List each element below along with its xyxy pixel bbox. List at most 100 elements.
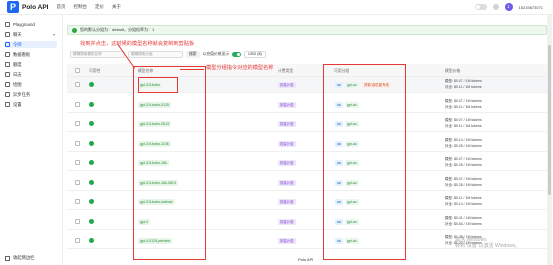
- sidebar-item-label: 设置: [13, 101, 22, 107]
- wallet-icon: [5, 62, 10, 67]
- sidebar-item-quota[interactable]: 额度: [5, 61, 57, 68]
- group-annotation: 模型分组指令对应的模型名称: [206, 65, 274, 71]
- key-icon: [5, 42, 10, 47]
- group-info-banner: 您的默认分组为：default，分组倍率为：1: [67, 25, 547, 35]
- prompt-price: 模型: $0.07 / 1M tokens: [445, 79, 482, 83]
- available-status-icon: [89, 199, 94, 204]
- completion-price: 补全: $0.11 / 1M tokens: [445, 85, 482, 89]
- scrollbar-thumb[interactable]: [548, 45, 551, 195]
- completion-price: 补全: $0.28 / 1M tokens: [445, 182, 482, 187]
- sidebar-item-chat[interactable]: 聊天 ▾: [5, 31, 57, 38]
- sidebar-item-label: 日志: [13, 71, 22, 77]
- sidebar-item-settings[interactable]: 设置: [5, 101, 57, 108]
- playground-icon: [5, 22, 10, 27]
- collapse-sidebar-button[interactable]: 收起侧边栏: [5, 255, 34, 261]
- nav-console[interactable]: 控制台: [73, 4, 87, 10]
- completion-price: 补全: $0.11 / 1M tokens: [445, 104, 482, 109]
- billing-type-tag: 按量计费: [278, 121, 296, 127]
- sidebar-item-label: 绘图: [13, 81, 22, 87]
- gear-icon: [5, 102, 10, 107]
- available-status-icon: [89, 238, 94, 243]
- chat-icon: [5, 32, 10, 37]
- row-checkbox[interactable]: [75, 179, 80, 185]
- row-checkbox[interactable]: [75, 199, 80, 204]
- row-checkbox[interactable]: [75, 82, 80, 87]
- billing-type-tag: 按量计费: [278, 140, 296, 147]
- check-circle-icon: [72, 27, 77, 33]
- billing-type-tag: 按量计费: [278, 101, 296, 108]
- group-search-input[interactable]: 模糊搜索分组: [128, 50, 183, 58]
- sidebar-item-label: Playground: [13, 22, 35, 27]
- nav-about[interactable]: 关于: [112, 4, 121, 10]
- sidebar-item-label: 数据看板: [13, 51, 31, 57]
- row-checkbox[interactable]: [75, 238, 80, 243]
- footer-text: Polo API: [298, 257, 314, 262]
- nav-home[interactable]: 首页: [56, 4, 65, 10]
- watermark-line2: 转到"设置"以激活 Windows。: [455, 243, 521, 249]
- avatar[interactable]: 1: [504, 3, 513, 11]
- dashboard-icon: [5, 52, 10, 57]
- row-checkbox[interactable]: [75, 218, 80, 224]
- available-status-icon: [89, 140, 94, 146]
- logo-icon[interactable]: P: [7, 1, 19, 13]
- header-availability[interactable]: 可用性: [89, 69, 100, 74]
- app-name[interactable]: Polo API: [22, 4, 48, 11]
- row-checkbox[interactable]: [75, 160, 80, 165]
- top-right-controls: 1 15219873071: [474, 3, 543, 11]
- available-status-icon: [89, 121, 94, 126]
- completion-price: 补全: $0.11 / 1M tokens: [445, 124, 482, 128]
- scrollbar[interactable]: [547, 15, 552, 265]
- header-model-price[interactable]: 模型价格: [445, 69, 460, 74]
- sidebar-item-dashboard[interactable]: 数据看板: [5, 51, 57, 58]
- sidebar-item-label: 额度: [13, 61, 22, 67]
- available-status-icon: [89, 179, 94, 185]
- model-search-input[interactable]: 模糊搜索模型名称: [70, 50, 125, 58]
- available-status-icon: [89, 101, 94, 107]
- sidebar-item-playground[interactable]: Playground: [5, 21, 57, 28]
- group-column-highlight: [323, 64, 406, 260]
- completion-price: 补全: $0.28 / 1M tokens: [445, 143, 482, 148]
- billing-type-tag: 按量计费: [278, 218, 296, 225]
- billing-type-tag: 按量计费: [278, 238, 296, 244]
- row-checkbox[interactable]: [75, 121, 80, 126]
- nav-pricing[interactable]: 定价: [95, 4, 104, 10]
- chevron-down-icon: ▾: [52, 32, 55, 37]
- model-annotation: 找到并点击，这时候的模型名称就会复制到剪贴板: [80, 41, 195, 47]
- user-name[interactable]: 15219873071: [519, 5, 543, 10]
- sidebar-item-tasks[interactable]: 异步任务: [5, 91, 57, 98]
- sidebar-item-tokens[interactable]: 令牌: [5, 41, 57, 48]
- banner-text: 您的默认分组为：default，分组倍率为：1: [80, 27, 155, 32]
- theme-toggle[interactable]: [474, 4, 487, 10]
- sidebar-item-label: 聊天: [13, 31, 22, 37]
- prompt-price: 模型: $0.07 / 1M tokens: [445, 157, 482, 161]
- billing-type-tag: 按量计费: [278, 160, 296, 166]
- sidebar-item-label: 异步任务: [13, 91, 31, 97]
- first-model-highlight: [138, 77, 178, 93]
- billing-type-tag: 按量计费: [278, 179, 296, 186]
- sidebar-item-label: 令牌: [13, 41, 22, 47]
- sidebar-item-drawing[interactable]: 绘图: [5, 81, 57, 88]
- available-status-icon: [89, 218, 94, 224]
- image-icon: [5, 82, 10, 87]
- recharge-price-label: 以充值价格显示: [202, 51, 230, 56]
- header-billing-type[interactable]: 计费类型: [278, 69, 293, 74]
- billing-type-tag: 按量计费: [278, 82, 296, 88]
- top-nav-links: 首页 控制台 定价 关于: [56, 4, 121, 10]
- row-checkbox[interactable]: [75, 101, 80, 107]
- sidebar-item-logs[interactable]: 日志: [5, 71, 57, 78]
- recharge-price-toggle[interactable]: [232, 51, 242, 57]
- top-navigation-bar: P Polo API 首页 控制台 定价 关于 1 15219873071: [0, 0, 553, 15]
- row-checkbox[interactable]: [75, 140, 80, 146]
- available-status-icon: [89, 160, 94, 165]
- search-button[interactable]: 搜索: [186, 50, 200, 58]
- prompt-price: 模型: $0.07 / 1M tokens: [445, 118, 482, 122]
- prompt-price: 模型: $0.07 / 1M tokens: [445, 98, 482, 103]
- prompt-price: 模型: $0.14 / 1M tokens: [445, 137, 482, 142]
- model-column-highlight: [133, 66, 206, 260]
- completion-price: 补全: $0.83 / 1M tokens: [445, 221, 482, 226]
- billing-type-tag: 按量计费: [278, 199, 296, 205]
- currency-select[interactable]: USD ($): [244, 50, 266, 58]
- prompt-price: 模型: $0.11 / 1M tokens: [445, 196, 482, 200]
- language-icon[interactable]: [492, 4, 499, 10]
- select-all-checkbox[interactable]: [75, 68, 80, 73]
